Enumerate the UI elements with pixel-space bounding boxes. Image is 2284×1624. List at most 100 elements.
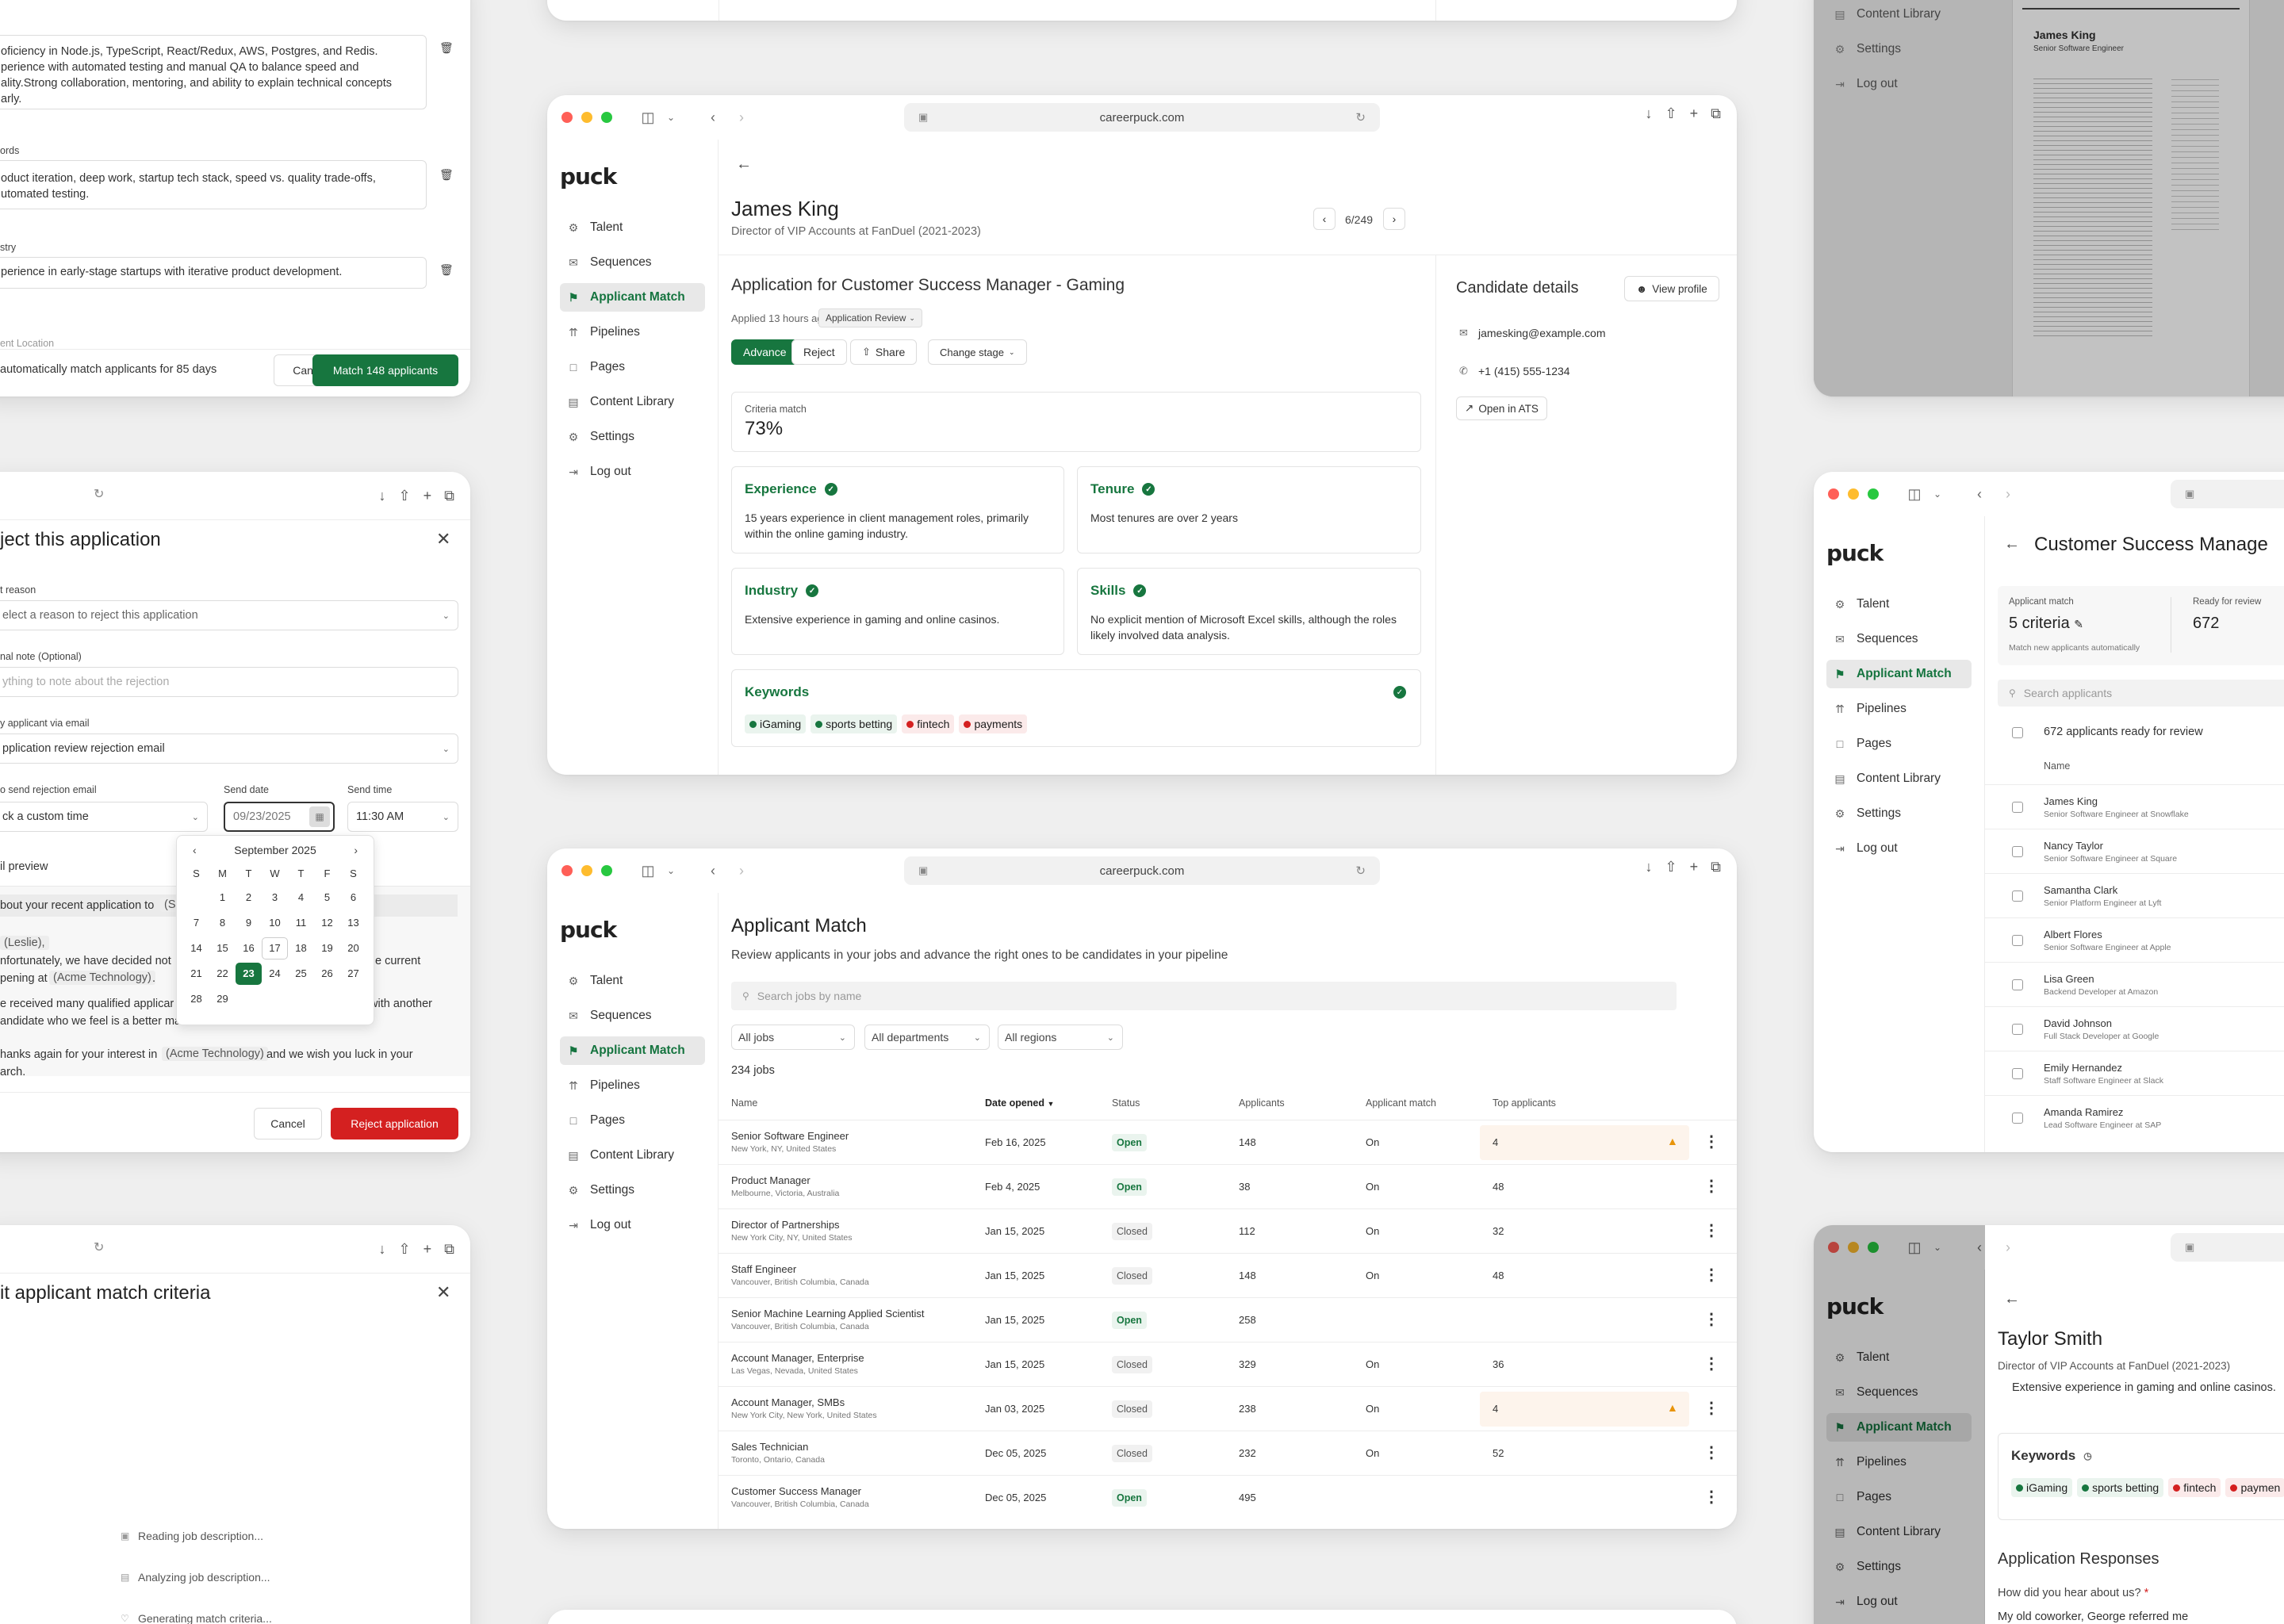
address-bar[interactable]: ▣	[2171, 480, 2284, 508]
calendar-day[interactable]: 18	[288, 937, 314, 959]
more-options-icon[interactable]: ⋮	[1703, 1176, 1719, 1196]
sidebar-item-applicant-match[interactable]: ⚑ Applicant Match	[560, 1036, 705, 1065]
advance-button[interactable]: Advance	[731, 339, 799, 365]
sidebar-item-applicant-match[interactable]: ⚑ Applicant Match	[1826, 660, 1972, 688]
list-item[interactable]: David Johnson Full Stack Developer at Goo…	[1985, 1006, 2284, 1051]
share-icon[interactable]: ⇧	[399, 1241, 411, 1258]
col-status[interactable]: Status	[1112, 1097, 1140, 1109]
calendar-day[interactable]: 11	[288, 912, 314, 934]
open-ats-button[interactable]: ↗ Open in ATS	[1456, 396, 1547, 420]
list-item[interactable]: Emily Hernandez Staff Software Engineer a…	[1985, 1051, 2284, 1095]
applicant-name[interactable]: James King	[2044, 795, 2098, 807]
address-bar[interactable]: ▣	[2171, 1233, 2284, 1262]
job-name-cell[interactable]: Account Manager, Enterprise Las Vegas, Ne…	[731, 1352, 864, 1376]
list-item[interactable]: James King Senior Software Engineer at Sn…	[1985, 784, 2284, 829]
note-input[interactable]: ything to note about the rejection	[0, 667, 458, 697]
chevron-down-icon[interactable]: ⌄	[666, 865, 676, 876]
plus-icon[interactable]: +	[1690, 105, 1699, 122]
match-value[interactable]: 5 criteria ✎	[2009, 615, 2083, 633]
calendar-day[interactable]: 14	[183, 937, 209, 959]
list-item[interactable]: Lisa Green Backend Developer at Amazon	[1985, 962, 2284, 1006]
zoom-dot[interactable]	[1868, 488, 1879, 500]
reload-icon[interactable]: ↻	[94, 486, 104, 502]
applicant-checkbox[interactable]	[2012, 802, 2023, 813]
back-icon[interactable]: ‹	[1969, 486, 1990, 503]
sidebar-item-pages[interactable]: □ Pages	[560, 1106, 705, 1135]
minimize-dot[interactable]	[581, 112, 592, 123]
criteria-field-1[interactable]: oficiency in Node.js, TypeScript, React/…	[0, 35, 427, 109]
table-row[interactable]: Product Manager Melbourne, Victoria, Aust…	[719, 1164, 1737, 1208]
reason-select[interactable]: elect a reason to reject this applicatio…	[0, 600, 458, 630]
applicant-name[interactable]: Emily Hernandez	[2044, 1062, 2122, 1074]
calendar-day[interactable]: 20	[340, 937, 366, 959]
reject-button[interactable]: Reject	[791, 339, 847, 365]
calendar-day[interactable]: 6	[340, 887, 366, 909]
job-name-cell[interactable]: Senior Machine Learning Applied Scientis…	[731, 1308, 925, 1331]
plus-icon[interactable]: +	[423, 1241, 432, 1258]
sidebar-item-applicant-match[interactable]: ⚑ Applicant Match	[560, 283, 705, 312]
applicant-name[interactable]: Samantha Clark	[2044, 884, 2117, 896]
sidebar-item-settings[interactable]: ⚙ Settings	[1826, 799, 1972, 828]
job-name-cell[interactable]: Sales Technician Toronto, Ontario, Canada	[731, 1441, 825, 1465]
list-item[interactable]: Samantha Clark Senior Platform Engineer a…	[1985, 873, 2284, 917]
list-item[interactable]: Amanda Ramirez Lead Software Engineer at …	[1985, 1095, 2284, 1139]
job-name-cell[interactable]: Product Manager Melbourne, Victoria, Aust…	[731, 1174, 839, 1198]
calendar-day[interactable]: 21	[183, 963, 209, 985]
calendar-day[interactable]: 12	[314, 912, 340, 934]
more-options-icon[interactable]: ⋮	[1703, 1265, 1719, 1285]
delete-icon[interactable]: 🗑	[439, 41, 454, 55]
col-date[interactable]: Date opened ▼	[985, 1097, 1054, 1109]
date-input[interactable]: 09/23/2025 ▦	[224, 802, 335, 832]
calendar-day[interactable]: 19	[314, 937, 340, 959]
sidebar-item-talent[interactable]: ⚙ Talent	[560, 967, 705, 995]
reload-icon[interactable]: ↻	[1355, 864, 1366, 878]
forward-icon[interactable]: ›	[731, 863, 752, 879]
calendar-day[interactable]: 22	[209, 963, 236, 985]
applicant-name[interactable]: Nancy Taylor	[2044, 840, 2103, 852]
sidebar-item-talent[interactable]: ⚙ Talent	[560, 213, 705, 242]
back-icon[interactable]: ‹	[703, 109, 723, 126]
calendar-day[interactable]: 10	[262, 912, 288, 934]
applicant-name[interactable]: Albert Flores	[2044, 929, 2102, 940]
sidebar-item-content-library[interactable]: ▤ Content Library	[1826, 764, 1972, 793]
applicant-checkbox[interactable]	[2012, 891, 2023, 902]
applicant-checkbox[interactable]	[2012, 1113, 2023, 1124]
more-options-icon[interactable]: ⋮	[1703, 1442, 1719, 1462]
sidebar-item-pipelines[interactable]: ⇈ Pipelines	[1826, 695, 1972, 723]
next-candidate-button[interactable]: ›	[1383, 208, 1405, 230]
calendar-day[interactable]: 8	[209, 912, 236, 934]
reload-icon[interactable]: ↻	[1355, 110, 1366, 124]
share-button[interactable]: ⇧ Share	[850, 339, 918, 365]
list-item[interactable]: Albert Flores Senior Software Engineer at…	[1985, 917, 2284, 962]
zoom-dot[interactable]	[601, 865, 612, 876]
time-select[interactable]: 11:30 AM ⌄	[347, 802, 458, 832]
sidebar-toggle-icon[interactable]: ◫	[638, 863, 658, 879]
calendar-icon[interactable]: ▦	[309, 806, 330, 827]
job-name-cell[interactable]: Director of Partnerships New York City, N…	[731, 1219, 853, 1243]
calendar-day[interactable]: 24	[262, 963, 288, 985]
applicant-name[interactable]: Lisa Green	[2044, 973, 2094, 985]
job-name-cell[interactable]: Customer Success Manager Vancouver, Briti…	[731, 1485, 869, 1509]
sidebar-item-pages[interactable]: □ Pages	[560, 353, 705, 381]
job-name-cell[interactable]: Account Manager, SMBs New York City, New …	[731, 1396, 877, 1420]
prev-candidate-button[interactable]: ‹	[1313, 208, 1336, 230]
sidebar-item-log-out[interactable]: ⇥ Log out	[560, 1211, 705, 1239]
sidebar-item-sequences[interactable]: ✉ Sequences	[560, 248, 705, 277]
table-row[interactable]: Account Manager, SMBs New York City, New …	[719, 1386, 1737, 1431]
table-row[interactable]: Staff Engineer Vancouver, British Columbi…	[719, 1253, 1737, 1297]
job-name-cell[interactable]: Senior Software Engineer New York, NY, Un…	[731, 1130, 849, 1154]
download-icon[interactable]: ↓	[1646, 859, 1653, 875]
table-row[interactable]: Director of Partnerships New York City, N…	[719, 1208, 1737, 1253]
tabs-icon[interactable]: ⧉	[1711, 105, 1721, 122]
candidate-email[interactable]: jamesking@example.com	[1478, 327, 1606, 339]
match-applicants-button[interactable]: Match 148 applicants	[312, 354, 458, 386]
calendar-day[interactable]: 25	[288, 963, 314, 985]
applicant-checkbox[interactable]	[2012, 979, 2023, 990]
applicant-name[interactable]: David Johnson	[2044, 1017, 2112, 1029]
download-icon[interactable]: ↓	[1646, 105, 1653, 122]
minimize-dot[interactable]	[1848, 488, 1859, 500]
filter-regions[interactable]: All regions ⌄	[998, 1025, 1123, 1050]
delete-icon[interactable]: 🗑	[439, 263, 454, 277]
calendar-day[interactable]: 7	[183, 912, 209, 934]
sidebar-item-sequences[interactable]: ✉ Sequences	[560, 1002, 705, 1030]
